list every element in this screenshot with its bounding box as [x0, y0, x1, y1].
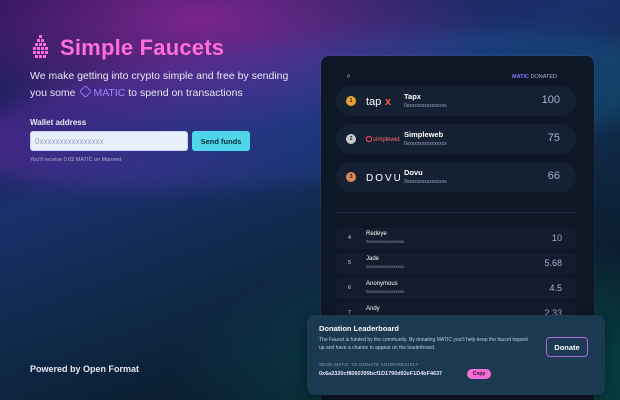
tagline-text-end: to spend on transactions — [128, 87, 243, 99]
app-title: Simple Faucets — [60, 35, 225, 60]
rank-number: 5 — [348, 260, 352, 266]
column-donated-header: MATIC DONATED — [512, 74, 557, 80]
donor-name: Jade — [366, 256, 380, 262]
column-token-label: MATIC — [512, 74, 530, 80]
donor-address: 0xxxxxxxxxxxxxxxx — [404, 141, 447, 147]
donation-send-label: SEND MATIC TO DONATE ANONYMOUSLY — [319, 362, 419, 367]
send-funds-button[interactable]: Send funds — [192, 131, 250, 151]
rank-number: 6 — [348, 285, 352, 291]
rank-number: 4 — [348, 235, 352, 241]
donor-name: Simpleweb — [404, 130, 444, 139]
donated-amount: 5.68 — [544, 258, 562, 268]
donate-button[interactable]: Donate — [546, 337, 588, 357]
donation-title: Donation Leaderboard — [319, 324, 400, 333]
leaderboard-row: 4 Redeye 0xxxxxxxxxxxxxxxx 10 — [336, 228, 576, 249]
copy-address-button[interactable]: Copy — [467, 369, 491, 379]
donation-card: Donation Leaderboard The Faucet is funde… — [307, 315, 605, 395]
leaderboard-top-row: 2 simpleweb Simpleweb 0xxxxxxxxxxxxxxxx … — [336, 124, 576, 154]
rank-badge: 3 — [346, 172, 356, 182]
column-donated-label: DONATED — [530, 74, 558, 80]
donated-amount: 4.5 — [549, 283, 562, 293]
leaderboard-row: 5 Jade 0xxxxxxxxxxxxxxxx 5.68 — [336, 253, 576, 274]
donated-amount: 75 — [547, 132, 560, 144]
donor-address: 0xxxxxxxxxxxxxxxx — [404, 179, 447, 185]
matic-icon — [79, 85, 93, 98]
donation-address: 0x6a2320cf8060399bcf1D1790d92eF1D4bF4637 — [319, 371, 443, 377]
donor-name: Tapx — [404, 92, 421, 101]
matic-token: MATIC — [78, 85, 126, 99]
tagline: We make getting into crypto simple and f… — [30, 68, 290, 102]
svg-text:simpleweb: simpleweb — [373, 137, 400, 143]
rank-badge: 1 — [346, 96, 356, 106]
receive-note: You'll receive 0.02 MATIC on Mainnet — [30, 157, 122, 163]
brand: Simple Faucets — [30, 34, 224, 62]
tapx-logo: tap x — [366, 95, 396, 107]
leaderboard-top-row: 1 tap x Tapx 0xxxxxxxxxxxxxxxx 100 — [336, 86, 576, 116]
leaderboard-divider — [336, 212, 576, 213]
donated-amount: 10 — [551, 233, 562, 243]
wallet-address-label: Wallet address — [30, 118, 87, 127]
donor-address: 0xxxxxxxxxxxxxxxx — [366, 239, 405, 244]
donor-name: Anonymous — [366, 281, 398, 287]
donor-address: 0xxxxxxxxxxxxxxxx — [404, 103, 447, 109]
donated-amount: 100 — [541, 94, 560, 106]
matic-token-label: MATIC — [93, 87, 126, 99]
donor-address: 0xxxxxxxxxxxxxxxx — [366, 289, 405, 294]
donor-name: Redeye — [366, 231, 387, 237]
column-rank-header: # — [347, 74, 351, 80]
svg-text:tap: tap — [366, 96, 381, 107]
donor-name: Andy — [366, 306, 380, 312]
wallet-address-input[interactable] — [30, 131, 188, 151]
donation-description: The Faucet is funded by the community. B… — [319, 337, 528, 351]
donated-amount: 66 — [547, 170, 560, 182]
donor-address: 0xxxxxxxxxxxxxxxx — [366, 264, 405, 269]
rank-badge: 2 — [346, 134, 356, 144]
leaderboard-top-row: 3 DOVU Dovu 0xxxxxxxxxxxxxxxx 66 — [336, 162, 576, 192]
powered-by: Powered by Open Format — [30, 364, 140, 374]
svg-text:x: x — [385, 96, 392, 107]
faucet-drop-icon — [33, 35, 48, 58]
simpleweb-logo: simpleweb — [366, 133, 400, 145]
dovu-logo: DOVU — [366, 171, 400, 183]
donor-name: Dovu — [404, 168, 423, 177]
leaderboard-row: 6 Anonymous 0xxxxxxxxxxxxxxxx 4.5 — [336, 278, 576, 299]
svg-text:DOVU: DOVU — [366, 173, 400, 183]
